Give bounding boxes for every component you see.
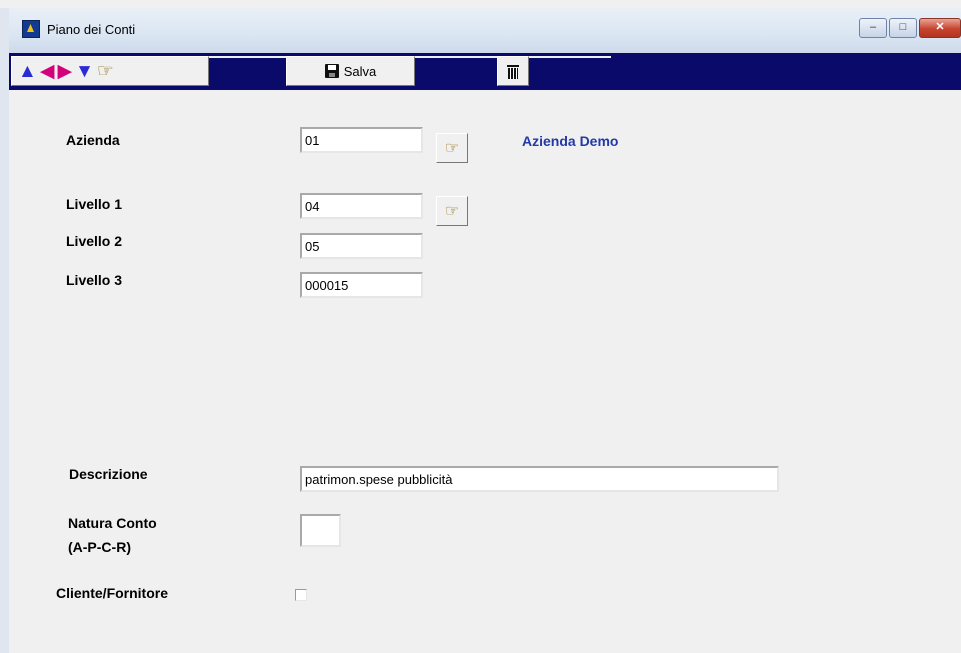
save-button-label: Salva [343, 63, 377, 79]
previous-record-icon[interactable]: ◀ [40, 62, 55, 81]
toolbar: ▲ ◀ ▶ ▼ ☞ Salva [9, 53, 961, 90]
pointing-hand-icon: ☞ [444, 203, 460, 220]
save-button[interactable]: Salva [286, 56, 415, 86]
natura-conto-label: Natura Conto [68, 515, 157, 531]
livello3-input[interactable]: 000015 [300, 272, 423, 298]
search-hand-icon[interactable]: ☞ [97, 62, 114, 81]
first-record-icon[interactable]: ▲ [18, 62, 37, 81]
natura-conto-input[interactable] [300, 514, 341, 547]
close-button[interactable]: ✕ [919, 18, 961, 38]
window-controls: – □ ✕ [859, 18, 961, 38]
livello1-lookup-button[interactable]: ☞ [436, 196, 468, 226]
title-bar: Piano dei Conti – □ ✕ [9, 8, 961, 53]
cliente-fornitore-checkbox[interactable] [295, 589, 307, 601]
maximize-icon: □ [899, 21, 907, 33]
navigation-buttons: ▲ ◀ ▶ ▼ ☞ [11, 56, 209, 86]
close-icon: ✕ [935, 21, 945, 33]
minimize-button[interactable]: – [859, 18, 887, 38]
last-record-icon[interactable]: ▼ [75, 62, 94, 81]
next-record-icon[interactable]: ▶ [57, 62, 72, 81]
window-title: Piano dei Conti [47, 22, 136, 37]
pointing-hand-icon: ☞ [444, 140, 460, 157]
livello2-label: Livello 2 [66, 233, 123, 249]
toolbar-separator [209, 56, 286, 58]
toolbar-separator [415, 56, 497, 58]
livello3-label: Livello 3 [66, 272, 123, 288]
toolbar-separator [529, 56, 611, 58]
azienda-lookup-button[interactable]: ☞ [436, 133, 468, 163]
livello2-input[interactable]: 05 [300, 233, 423, 259]
app-icon [22, 20, 40, 38]
minimize-icon: – [869, 21, 877, 33]
azienda-description: Azienda Demo [522, 133, 619, 149]
natura-conto-sublabel: (A-P-C-R) [68, 539, 131, 555]
floppy-disk-icon [324, 64, 339, 78]
livello1-input[interactable]: 04 [300, 193, 423, 219]
descrizione-label: Descrizione [69, 466, 148, 482]
maximize-button[interactable]: □ [889, 18, 917, 38]
cliente-fornitore-label: Cliente/Fornitore [56, 585, 169, 601]
livello1-label: Livello 1 [66, 196, 123, 212]
descrizione-input[interactable]: patrimon.spese pubblicità [300, 466, 779, 492]
window-left-edge [0, 8, 9, 653]
azienda-input[interactable]: 01 [300, 127, 423, 153]
trash-icon [507, 63, 519, 79]
azienda-label: Azienda [66, 132, 120, 148]
delete-button[interactable] [497, 56, 529, 86]
